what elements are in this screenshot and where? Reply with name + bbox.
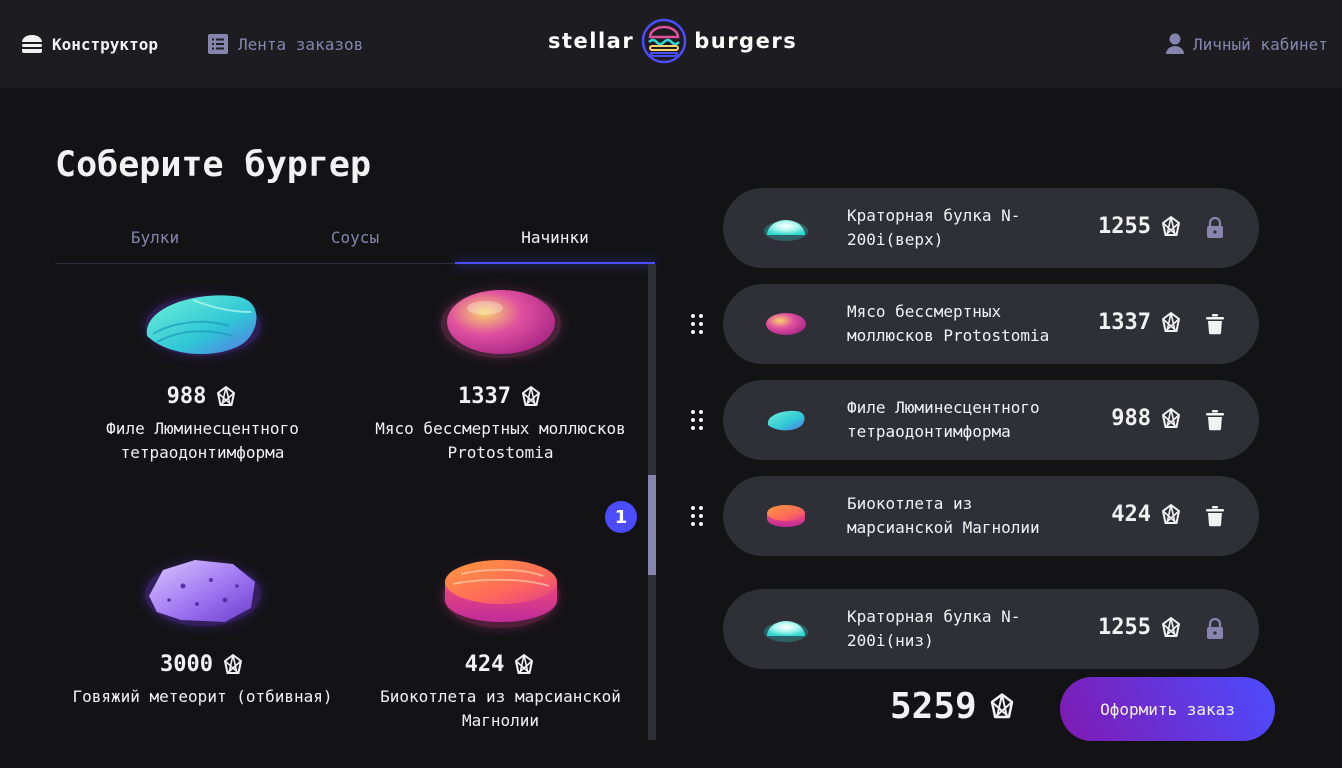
ingredients-list: 988 Филе Люминесцентного тетраодонтимфор… — [55, 264, 655, 740]
tab-buns[interactable]: Булки — [55, 218, 255, 263]
constructor-item-price: 1255 — [1098, 214, 1183, 239]
nav-profile-label: Личный кабинет — [1193, 34, 1328, 54]
ingredient-tabs: Булки Соусы Начинки — [55, 218, 655, 264]
order-total: 5259 — [890, 686, 1017, 727]
ingredient-price: 988 — [55, 384, 350, 409]
constructor-item-price-value: 1255 — [1098, 214, 1151, 239]
ingredient-price-value: 3000 — [160, 652, 213, 677]
ingredient-price-value: 988 — [166, 384, 207, 409]
constructor-item-price: 424 — [1111, 502, 1183, 527]
ingredient-name: Биокотлета из марсианской Магнолии — [380, 687, 621, 730]
user-icon — [1166, 33, 1184, 54]
constructor-item-name: Мясо бессмертных моллюсков Protostomia — [847, 302, 1050, 345]
ingredients-scrollbar-thumb[interactable] — [648, 475, 656, 575]
burger-logo-icon — [641, 18, 687, 64]
tab-fillings[interactable]: Начинки — [455, 218, 655, 264]
constructor-filling-item[interactable]: Мясо бессмертных моллюсков Protostomia 1… — [723, 284, 1259, 364]
trash-icon[interactable] — [1203, 408, 1227, 432]
currency-icon — [221, 653, 245, 677]
meteorite-image — [83, 536, 323, 646]
ingredient-price-value: 1337 — [458, 384, 511, 409]
ingredient-counter-badge: 1 — [605, 501, 637, 533]
constructor-filling-item[interactable]: Филе Люминесцентного тетраодонтимформа 9… — [723, 380, 1259, 460]
constructor-item-name: Биокотлета из марсианской Магнолии — [847, 494, 1040, 537]
list-icon — [208, 34, 228, 54]
ingredient-price: 424 — [353, 652, 648, 677]
tab-sauces[interactable]: Соусы — [255, 218, 455, 263]
ingredient-price-value: 424 — [464, 652, 505, 677]
nav-feed-link[interactable]: Лента заказов — [206, 30, 363, 58]
constructor-bottom-bun: Краторная булка N-200i(низ) 1255 — [723, 589, 1259, 669]
fish-fillet-thumbnail — [761, 398, 811, 442]
nav-constructor-label: Конструктор — [52, 34, 158, 54]
ingredient-name: Говяжий метеорит (отбивная) — [72, 687, 333, 706]
currency-icon — [1159, 215, 1183, 239]
trash-icon[interactable] — [1203, 504, 1227, 528]
stellar-burgers-logo[interactable]: stellar burgers — [548, 16, 840, 66]
ingredient-price: 3000 — [55, 652, 350, 677]
ingredient-card[interactable]: 3000 Говяжий метеорит (отбивная) — [55, 536, 350, 709]
nav-constructor-link[interactable]: Конструктор — [20, 30, 158, 58]
logo-text-right: burgers — [694, 29, 798, 53]
app-header: Конструктор Лента заказов stellar burger… — [0, 0, 1342, 88]
order-total-value: 5259 — [890, 686, 977, 727]
currency-icon — [519, 385, 543, 409]
fish-fillet-image — [83, 268, 323, 378]
constructor-item-price-value: 1255 — [1098, 615, 1151, 640]
constructor-item-price-value: 424 — [1111, 502, 1151, 527]
place-order-button[interactable]: Оформить заказ — [1060, 677, 1275, 741]
constructor-item-price: 1255 — [1098, 615, 1183, 640]
constructor-item-name: Краторная булка N-200i(низ) — [847, 607, 1021, 650]
lock-icon — [1203, 617, 1227, 641]
currency-icon — [1159, 503, 1183, 527]
ingredient-name: Филе Люминесцентного тетраодонтимформа — [106, 419, 299, 462]
bun-thumbnail — [761, 206, 811, 250]
nav-profile-link[interactable]: Личный кабинет — [1165, 30, 1328, 58]
bio-patty-thumbnail — [761, 494, 811, 538]
drag-handle-icon[interactable] — [688, 504, 706, 528]
logo-text-left: stellar — [548, 29, 635, 53]
nav-feed-label: Лента заказов — [238, 34, 364, 54]
page-title: Соберите бургер — [55, 145, 372, 185]
constructor-item-price: 1337 — [1098, 310, 1183, 335]
currency-icon — [987, 692, 1017, 722]
constructor-item-price-value: 988 — [1111, 406, 1151, 431]
ingredient-card[interactable]: 1337 Мясо бессмертных моллюсков Protosto… — [353, 268, 648, 465]
ingredient-card[interactable]: 424 Биокотлета из марсианской Магнолии — [353, 536, 648, 733]
ingredient-price: 1337 — [353, 384, 648, 409]
currency-icon — [512, 653, 536, 677]
lock-icon — [1203, 216, 1227, 240]
currency-icon — [1159, 616, 1183, 640]
constructor-item-price-value: 1337 — [1098, 310, 1151, 335]
drag-handle-icon[interactable] — [688, 312, 706, 336]
constructor-item-price: 988 — [1111, 406, 1183, 431]
currency-icon — [1159, 407, 1183, 431]
constructor-item-name: Филе Люминесцентного тетраодонтимформа — [847, 398, 1040, 441]
ingredient-card[interactable]: 988 Филе Люминесцентного тетраодонтимфор… — [55, 268, 350, 465]
mollusk-meat-image — [381, 268, 621, 378]
currency-icon — [214, 385, 238, 409]
burger-icon — [22, 35, 42, 53]
drag-handle-icon[interactable] — [688, 408, 706, 432]
currency-icon — [1159, 311, 1183, 335]
constructor-filling-item[interactable]: Биокотлета из марсианской Магнолии 424 — [723, 476, 1259, 556]
constructor-item-name: Краторная булка N-200i(верх) — [847, 206, 1021, 249]
trash-icon[interactable] — [1203, 312, 1227, 336]
bio-patty-image — [381, 536, 621, 646]
ingredient-name: Мясо бессмертных моллюсков Protostomia — [375, 419, 626, 462]
bun-thumbnail — [761, 607, 811, 651]
mollusk-meat-thumbnail — [761, 302, 811, 346]
constructor-top-bun: Краторная булка N-200i(верх) 1255 — [723, 188, 1259, 268]
